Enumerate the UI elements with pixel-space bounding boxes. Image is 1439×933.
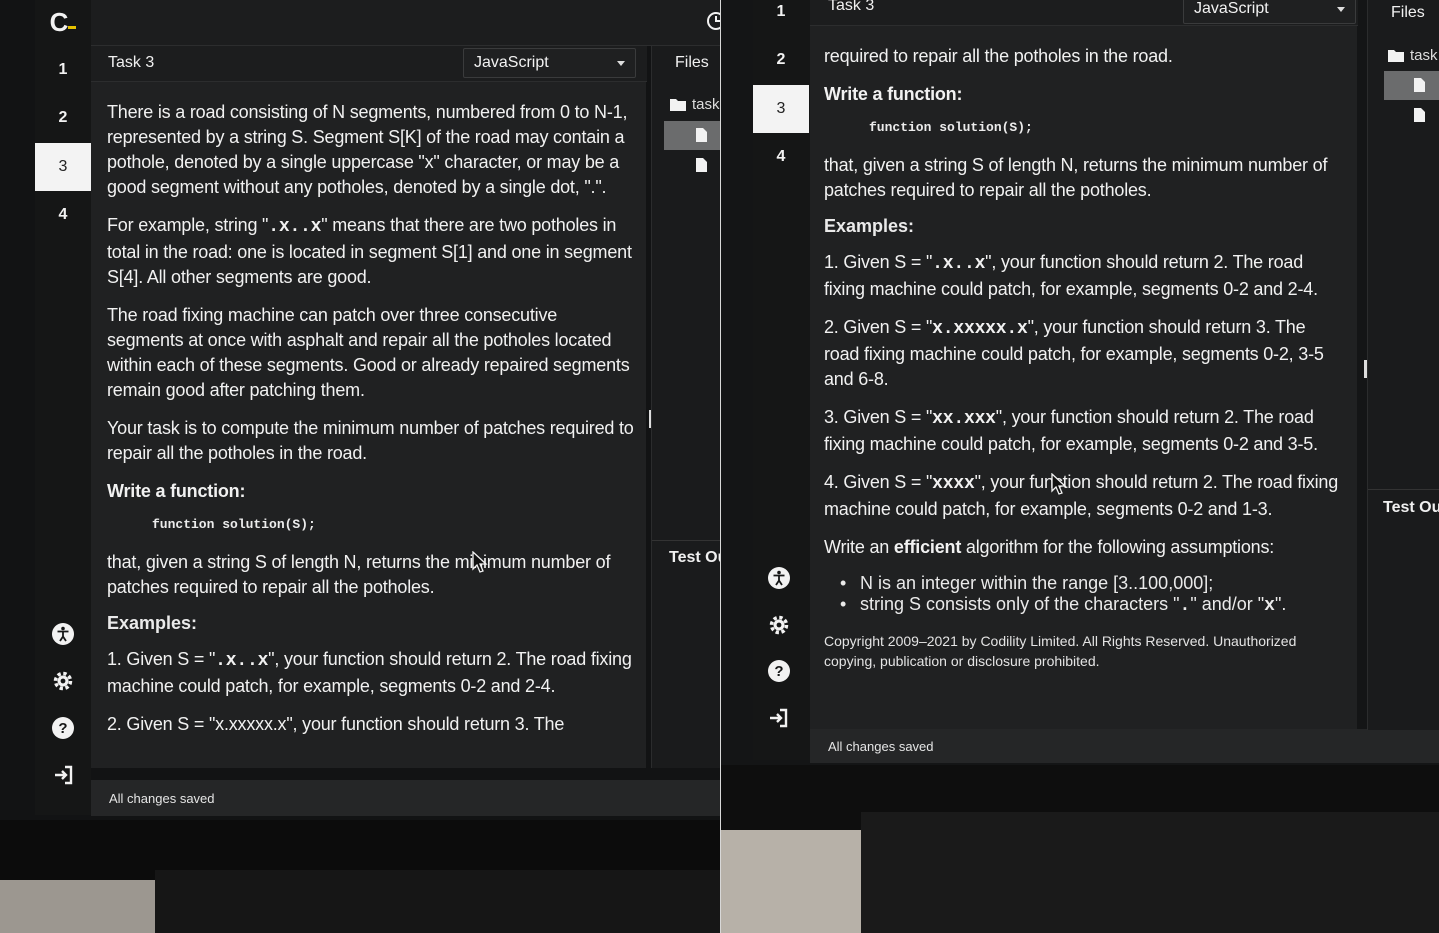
right-screen-photo: 1 2 3 4 ? Task 3 JavaScript required to … [721, 0, 1439, 933]
example-2: 2. Given S = "x.xxxxx.x", your function … [824, 317, 1324, 389]
task-title: Task 3 [828, 0, 875, 14]
examples-heading: Examples: [107, 613, 198, 633]
language-select[interactable]: JavaScript [463, 48, 636, 78]
assumption-2: string S consists only of the characters… [840, 594, 1345, 617]
language-select[interactable]: JavaScript [1183, 0, 1356, 24]
tree-file-selected[interactable] [696, 128, 707, 142]
files-header: Files [1391, 4, 1425, 21]
function-signature: function solution(S); [869, 120, 1033, 135]
cursor-icon [1051, 473, 1067, 495]
gear-icon[interactable] [766, 612, 792, 638]
folder-icon [1388, 50, 1404, 62]
paragraph-example: For example, string ".x..x" means that t… [107, 215, 632, 287]
status-bar: All changes saved [91, 780, 720, 816]
files-panel: Files task Test Ou [1367, 0, 1439, 730]
chevron-down-icon [1337, 7, 1345, 12]
file-icon [1414, 78, 1425, 92]
svg-text:?: ? [774, 663, 783, 680]
language-select-value: JavaScript [474, 54, 549, 71]
language-select-value: JavaScript [1194, 0, 1269, 17]
write-function-label: Write a function: [824, 84, 963, 104]
assumptions-list: N is an integer within the range [3..100… [840, 573, 1345, 617]
tree-file-selected[interactable] [1414, 78, 1425, 92]
tree-folder-task[interactable]: task [1388, 47, 1438, 64]
paragraph-returns: that, given a string S of length N, retu… [824, 155, 1328, 200]
nav-item-2[interactable]: 2 [753, 36, 809, 84]
example-4: 4. Given S = "xxxx", your function shoul… [824, 472, 1339, 519]
timer-icon [704, 9, 720, 33]
write-function-label: Write a function: [107, 481, 246, 501]
files-panel: Files task Test Ou [651, 46, 720, 768]
tree-item-selected[interactable] [1384, 71, 1439, 100]
help-icon[interactable]: ? [766, 658, 792, 684]
laptop-hinge [155, 870, 720, 933]
logo-icon[interactable]: C [46, 7, 80, 37]
paragraph-task: Your task is to compute the minimum numb… [107, 418, 634, 463]
tree-file-2[interactable] [696, 158, 707, 172]
function-signature: function solution(S); [152, 517, 316, 532]
folder-icon [670, 99, 686, 111]
nav-item-4[interactable]: 4 [753, 133, 809, 181]
help-icon[interactable]: ? [50, 715, 76, 741]
file-icon [696, 158, 707, 172]
tree-file-2[interactable] [1414, 108, 1425, 122]
gear-icon[interactable] [50, 668, 76, 694]
paragraph-returns: that, given a string S of length N, retu… [107, 552, 611, 597]
nav-item-3[interactable]: 3 [753, 85, 809, 133]
assumption-1: N is an integer within the range [3..100… [840, 573, 1345, 594]
tree-item-selected[interactable] [664, 121, 720, 150]
nav-item-4[interactable]: 4 [35, 191, 91, 239]
problem-description: There is a road consisting of N segments… [91, 82, 646, 768]
example-1: 1. Given S = ".x..x", your function shou… [824, 252, 1318, 299]
examples-heading: Examples: [824, 216, 915, 236]
task-header [91, 0, 720, 46]
nav-item-2[interactable]: 2 [35, 94, 91, 142]
test-output-tab[interactable]: Test Ou [1368, 489, 1439, 527]
files-header: Files [675, 54, 709, 71]
copyright-notice: Copyright 2009–2021 by Codility Limited.… [824, 633, 1297, 669]
tree-folder-task[interactable]: task [670, 96, 720, 113]
laptop-hinge [861, 812, 1439, 933]
task-title: Task 3 [108, 54, 155, 71]
left-screen-photo: C 1 2 3 4 ? Task 3 JavaScript There is a… [0, 0, 720, 933]
test-output-tab[interactable]: Test Ou [652, 540, 720, 578]
problem-description: required to repair all the potholes in t… [810, 26, 1357, 731]
exit-icon[interactable] [51, 762, 77, 788]
example-2-partial: 2. Given S = "x.xxxxx.x", your function … [107, 714, 565, 734]
file-icon [696, 128, 707, 142]
assumptions-intro: Write an efficient algorithm for the fol… [824, 537, 1275, 557]
accessibility-icon[interactable] [766, 565, 792, 591]
status-bar: All changes saved [810, 729, 1439, 763]
chevron-down-icon [617, 61, 625, 66]
exit-icon[interactable] [766, 705, 792, 731]
nav-item-1[interactable]: 1 [35, 46, 91, 94]
nav-item-3[interactable]: 3 [35, 143, 91, 191]
cursor-icon [472, 551, 488, 573]
paragraph-machine: The road fixing machine can patch over t… [107, 305, 630, 400]
example-3: 3. Given S = "xx.xxx", your function sho… [824, 407, 1318, 454]
paragraph-road: There is a road consisting of N segments… [107, 102, 628, 197]
svg-text:?: ? [58, 720, 67, 737]
nav-item-1[interactable]: 1 [753, 0, 809, 36]
paragraph-task-tail: required to repair all the potholes in t… [824, 46, 1173, 66]
file-icon [1414, 108, 1425, 122]
accessibility-icon[interactable] [50, 621, 76, 647]
example-1: 1. Given S = ".x..x", your function shou… [107, 649, 632, 696]
